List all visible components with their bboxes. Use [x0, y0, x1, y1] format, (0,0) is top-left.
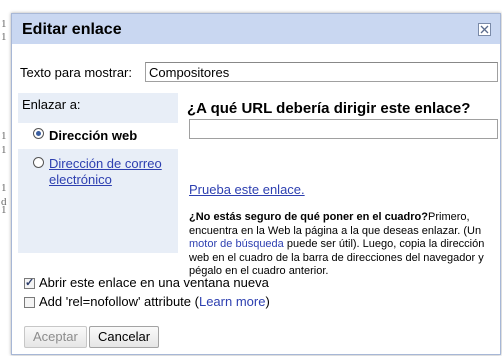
learn-more-link[interactable]: Learn more — [199, 294, 265, 309]
help-text: ¿No estás seguro de qué poner en el cuad… — [189, 211, 502, 279]
search-engine-link[interactable]: motor de búsqueda — [189, 238, 284, 250]
background-glyph: 1 — [1, 182, 7, 194]
cancel-button[interactable]: Cancelar — [89, 326, 160, 348]
web-address-radio[interactable] — [33, 128, 44, 139]
help-bold-text: ¿No estás seguro de qué poner en el cuad… — [189, 211, 428, 223]
url-input[interactable] — [189, 119, 498, 139]
url-question: ¿A qué URL debería dirigir este enlace? — [187, 100, 471, 117]
nofollow-label-prefix[interactable]: Add 'rel=nofollow' attribute ( — [39, 294, 199, 309]
test-link[interactable]: Prueba este enlace. — [189, 182, 305, 197]
background-glyph: 1 — [1, 130, 7, 142]
email-address-link[interactable]: Dirección de correo electrónico — [49, 156, 174, 188]
nofollow-checkbox[interactable] — [24, 297, 35, 308]
dialog-title-bar: Editar enlace — [12, 14, 500, 44]
email-address-radio[interactable] — [33, 157, 44, 168]
new-window-checkbox[interactable] — [24, 276, 35, 289]
edit-link-dialog: Editar enlace Texto para mostrar: Enlaza… — [11, 13, 501, 355]
nofollow-label: Add 'rel=nofollow' attribute (Learn more… — [39, 294, 270, 309]
web-address-label[interactable]: Dirección web — [49, 128, 137, 143]
background-glyph: 1 — [1, 31, 7, 43]
dialog-title: Editar enlace — [22, 21, 122, 38]
background-glyph: 1 — [1, 144, 7, 156]
close-icon[interactable] — [478, 23, 491, 36]
display-text-label: Texto para mostrar: — [20, 65, 132, 80]
background-glyph: 1 — [1, 18, 7, 30]
display-text-input[interactable] — [145, 62, 498, 82]
nofollow-label-suffix: ) — [265, 294, 270, 309]
background-glyph: 1 — [1, 204, 7, 216]
link-to-label: Enlazar a: — [22, 97, 81, 112]
new-window-label[interactable]: Abrir este enlace en una ventana nueva — [39, 275, 269, 290]
accept-button[interactable]: Aceptar — [24, 326, 87, 348]
